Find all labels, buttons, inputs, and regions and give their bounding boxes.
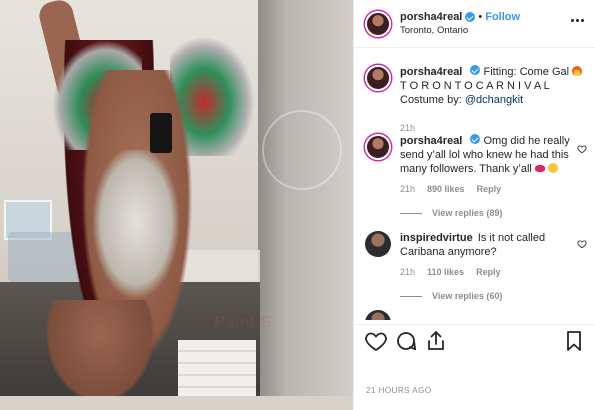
caption-body: porsha4real Fitting: Come Gal T O R O N … bbox=[400, 65, 585, 135]
photo-door bbox=[258, 0, 353, 410]
view-replies-label: View replies (60) bbox=[432, 291, 503, 301]
caption-credit: Costume by: bbox=[400, 94, 465, 106]
share-icon[interactable] bbox=[424, 329, 448, 353]
caption-username[interactable]: porsha4real bbox=[400, 66, 462, 78]
caption-meta: 21h bbox=[400, 121, 585, 135]
more-dot bbox=[581, 19, 584, 22]
more-dot bbox=[576, 19, 579, 22]
caption-row: porsha4real Fitting: Come Gal T O R O N … bbox=[365, 65, 591, 135]
comment-reply-button[interactable]: Reply bbox=[476, 265, 501, 279]
more-options-icon[interactable] bbox=[571, 19, 584, 22]
header-text: porsha4real • Follow Toronto, Ontario bbox=[400, 11, 520, 36]
comment-body: porsha4real Omg did he really send y’all… bbox=[400, 134, 585, 220]
author-avatar[interactable] bbox=[365, 10, 391, 37]
comment-username[interactable]: porsha4real bbox=[400, 135, 462, 147]
caption-avatar[interactable] bbox=[365, 65, 391, 91]
comment-time[interactable]: 21h bbox=[400, 265, 415, 279]
verified-icon bbox=[470, 134, 481, 144]
comment-row-partial bbox=[365, 310, 591, 320]
photo-floor bbox=[0, 396, 353, 410]
caption-text-hashtag: T O R O N T O C A R N I V A L bbox=[400, 80, 550, 92]
header-username-line: porsha4real • Follow bbox=[400, 11, 520, 23]
photo-legs bbox=[40, 300, 160, 410]
more-dot bbox=[571, 19, 574, 22]
view-replies-label: View replies (89) bbox=[432, 208, 503, 218]
replies-line bbox=[400, 295, 422, 297]
replies-line bbox=[400, 212, 422, 214]
comment-avatar[interactable] bbox=[365, 134, 391, 160]
verified-icon bbox=[470, 65, 481, 75]
view-replies-button[interactable]: View replies (89) bbox=[400, 206, 585, 220]
heart-icon[interactable] bbox=[364, 329, 388, 353]
post-side-panel: porsha4real • Follow Toronto, Ontario po… bbox=[353, 0, 595, 410]
bookmark-icon[interactable] bbox=[562, 329, 586, 353]
comments-list[interactable]: porsha4real Fitting: Come Gal T O R O N … bbox=[354, 48, 595, 320]
post-header: porsha4real • Follow Toronto, Ontario bbox=[354, 0, 595, 48]
lips-emoji-icon bbox=[534, 165, 545, 172]
verified-icon bbox=[465, 12, 476, 22]
comment-like-heart-icon[interactable] bbox=[577, 144, 587, 154]
comment-likes[interactable]: 890 likes bbox=[427, 182, 465, 196]
post-location[interactable]: Toronto, Ontario bbox=[400, 25, 520, 36]
instagram-post: Paint S porsha4real • Follow Toronto, On… bbox=[0, 0, 595, 410]
post-actions-bar bbox=[354, 324, 595, 356]
photo-costume bbox=[86, 150, 186, 310]
comment-reply-button[interactable]: Reply bbox=[477, 182, 502, 196]
comment-body: inspiredvirtue Is it not called Caribana… bbox=[400, 231, 585, 303]
comment-meta: 21h 110 likes Reply bbox=[400, 265, 585, 279]
caption-text: Fitting: Come Gal bbox=[483, 66, 570, 78]
comment-like-heart-icon[interactable] bbox=[577, 239, 587, 249]
comment-username[interactable]: inspiredvirtue bbox=[400, 232, 473, 244]
view-replies-button[interactable]: View replies (60) bbox=[400, 289, 585, 303]
smile-emoji-icon bbox=[547, 163, 558, 173]
comment-icon[interactable] bbox=[394, 329, 418, 353]
comment-meta: 21h 890 likes Reply bbox=[400, 182, 585, 196]
follow-button[interactable]: Follow bbox=[485, 11, 520, 23]
caption-mention-link[interactable]: @dchangkit bbox=[465, 94, 523, 106]
photo-watermark-text: Paint S bbox=[214, 314, 273, 331]
photo-phone bbox=[150, 113, 172, 153]
comment-likes[interactable]: 110 likes bbox=[427, 265, 464, 279]
comment-row: inspiredvirtue Is it not called Caribana… bbox=[365, 231, 591, 303]
comment-avatar[interactable] bbox=[365, 231, 391, 257]
comment-avatar[interactable] bbox=[365, 310, 391, 320]
post-timestamp[interactable]: 21 HOURS AGO bbox=[366, 386, 432, 395]
caption-time[interactable]: 21h bbox=[400, 121, 415, 135]
fire-emoji-icon bbox=[572, 66, 583, 76]
comment-time[interactable]: 21h bbox=[400, 182, 415, 196]
post-photo[interactable]: Paint S bbox=[0, 0, 353, 410]
comment-row: porsha4real Omg did he really send y’all… bbox=[365, 134, 591, 220]
author-username[interactable]: porsha4real bbox=[400, 11, 462, 23]
separator-dot: • bbox=[478, 11, 483, 23]
photo-watermark-circle bbox=[262, 110, 342, 190]
